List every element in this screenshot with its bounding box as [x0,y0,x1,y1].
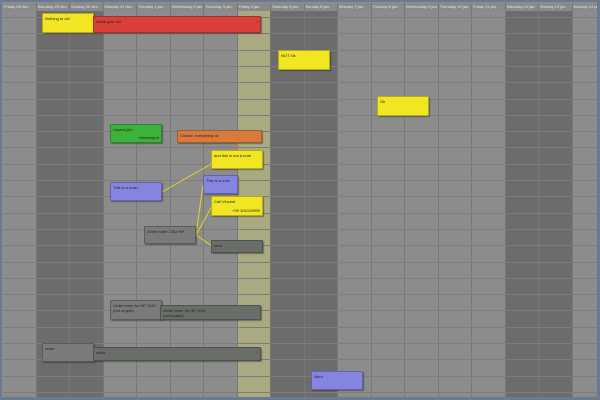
note-not-a-note[interactable]: and this is not a note [211,150,263,169]
note-text: Order toner 278a HP [147,229,185,234]
note-text: Item [214,243,222,248]
note-text: and this is not a note [214,153,251,158]
note-text: Nothing to do! [45,16,70,21]
note-order-toner-1100-a[interactable]: Order toner for HP 1100 (not urgent) [110,300,162,320]
note-priority-mark: ! [256,350,258,355]
note-order-long[interactable]: order ! [93,347,261,361]
note-text: Nothing to do! [96,19,121,24]
note-priority-mark: ! [256,19,258,24]
timeline-canvas[interactable]: Friday 28 dec. Saturday 29 dec. Sunday 30 … [3,3,597,397]
note-phone: +39 101010999 [232,208,260,213]
note-this-is-a-note[interactable]: This is a note [203,175,238,194]
note-nothing-to-do-short[interactable]: Nothing to do! [42,13,94,33]
note-text: Nerd [314,374,323,379]
note-call-vincent[interactable]: Call Vincent +39 101010999 [211,196,263,216]
note-not-ok[interactable]: NOT Ok [278,50,330,70]
note-text: NOT Ok [281,53,296,58]
note-text: Urgent job! [113,127,133,132]
note-text: This is a note! [113,185,138,190]
link-toner-to-item [195,234,213,247]
note-text: Call Vincent [214,199,236,204]
note-order-short[interactable]: order [42,343,94,362]
note-ok[interactable]: Ok [377,96,429,116]
note-text: Order toner for HP 1100 (not urgent) [163,308,206,318]
note-urgent-job[interactable]: Urgent job! mhdwwqrm [110,124,162,143]
note-order-toner-1100-b[interactable]: Order toner for HP 1100 (not urgent) [160,305,261,320]
note-text: order [96,350,106,355]
calendar-frame: Friday 28 dec. Saturday 29 dec. Sunday 30 … [0,0,600,400]
note-nothing-to-do-long[interactable]: Nothing to do! ! [93,16,261,33]
note-order-toner-278a[interactable]: Order toner 278a HP [144,226,196,244]
note-closed[interactable]: Closed, everything ok [177,130,262,143]
note-item[interactable]: Item [211,240,263,253]
note-text: Order toner for HP 1100 (not urgent) [113,303,156,313]
note-nerd[interactable]: Nerd [311,371,363,390]
note-text: This is a note [206,178,230,183]
note-text: order [45,346,55,351]
note-subtext: mhdwwqrm [138,135,159,140]
note-text: Ok [380,99,386,104]
note-this-is-a-note-excl[interactable]: This is a note! [110,182,162,201]
link-toner-to-note [195,184,204,236]
note-text: Closed, everything ok [180,133,219,138]
